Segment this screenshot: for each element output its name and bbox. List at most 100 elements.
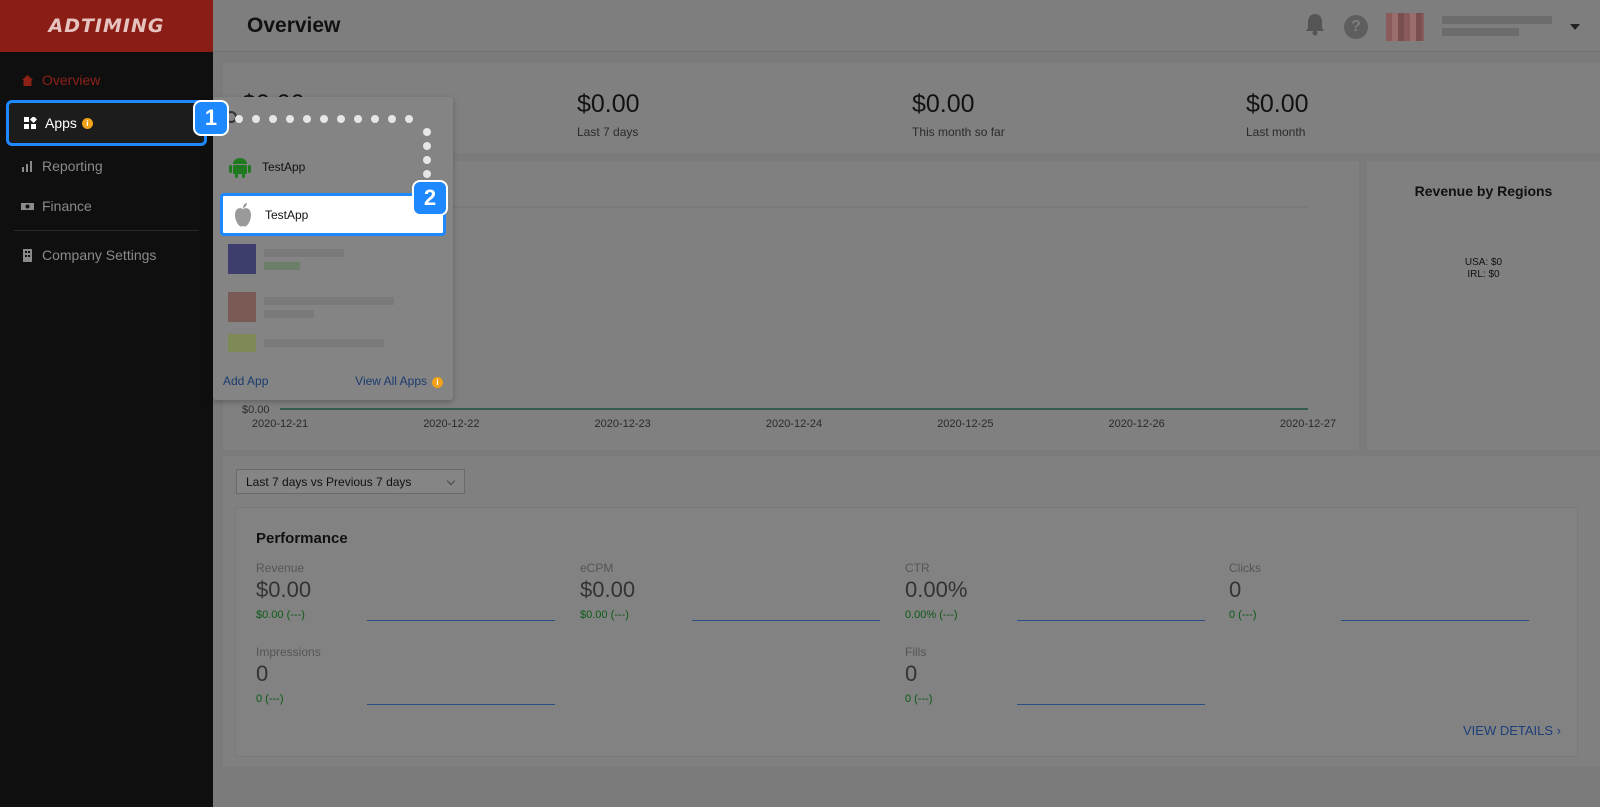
- revenue-by-regions-card: Revenue by Regions USA: $0 IRL: $0: [1367, 161, 1600, 450]
- metric-fills: Fills 0 0 (---): [905, 645, 933, 705]
- app-name: TestApp: [265, 207, 309, 222]
- apps-dropdown: TestApp TestApp Add App View All Apps i: [213, 97, 453, 400]
- metric-value: $0.00: [580, 577, 636, 602]
- sparkline: [692, 620, 880, 621]
- sidebar-item-label: Finance: [42, 198, 92, 214]
- help-icon[interactable]: ?: [1344, 14, 1368, 39]
- metric-impressions: Impressions 0 0 (---): [256, 645, 321, 705]
- chart-y-tick: $0.00: [242, 404, 270, 416]
- tutorial-dot: [423, 170, 431, 178]
- stat-amount: $0.00: [912, 90, 975, 118]
- app-item-redacted[interactable]: [220, 239, 446, 279]
- metric-clicks: Clicks 0 0 (---): [1229, 561, 1261, 621]
- stat-label: This month so far: [912, 125, 1005, 139]
- tutorial-dot: [405, 115, 413, 123]
- metric-value: 0: [905, 661, 918, 686]
- user-name-redacted[interactable]: [1442, 15, 1552, 38]
- chart-x-tick: 2020-12-23: [595, 418, 651, 430]
- tutorial-dot: [235, 115, 243, 123]
- metric-ecpm: eCPM $0.00 $0.00 (---): [580, 561, 635, 621]
- stat-this-month: $0.00 This month so far: [912, 90, 1005, 139]
- app-thumbnail: [228, 334, 256, 352]
- app-thumbnail: [228, 292, 256, 322]
- region-entry: USA: $0: [1464, 257, 1503, 268]
- brand-name: ADTIMING: [48, 15, 165, 37]
- metric-change: 0.00% (---): [905, 609, 958, 621]
- stat-last-7-days: $0.00 Last 7 days: [577, 90, 640, 139]
- tutorial-dot: [286, 115, 294, 123]
- app-name: TestApp: [262, 160, 306, 174]
- avatar[interactable]: [1386, 12, 1424, 41]
- performance-panel: Performance Revenue $0.00 $0.00 (---) eC…: [235, 507, 1578, 757]
- chart-x-tick: 2020-12-26: [1109, 418, 1165, 430]
- metric-change: $0.00 (---): [256, 609, 305, 621]
- tutorial-dot: [337, 115, 345, 123]
- sidebar-item-reporting[interactable]: Reporting: [0, 146, 213, 186]
- chart-x-axis: 2020-12-21 2020-12-22 2020-12-23 2020-12-24…: [252, 418, 1336, 430]
- tutorial-dot: [252, 115, 260, 123]
- app-item-redacted[interactable]: [220, 287, 446, 327]
- money-icon: [20, 199, 34, 213]
- step-badge-1: 1: [193, 100, 229, 136]
- header-actions: ?: [1304, 12, 1580, 41]
- add-app-link[interactable]: Add App: [223, 374, 268, 388]
- stat-amount: $0.00: [1246, 90, 1309, 118]
- metric-label: Revenue: [256, 561, 305, 575]
- metric-value: 0: [1229, 577, 1242, 602]
- metric-label: Clicks: [1229, 561, 1261, 575]
- metric-value: 0: [256, 661, 269, 686]
- sidebar-item-apps[interactable]: Apps i: [6, 100, 207, 146]
- sidebar-item-label: Company Settings: [42, 247, 157, 263]
- android-icon: [228, 155, 252, 179]
- stat-last-month: $0.00 Last month: [1246, 90, 1309, 139]
- view-details-link[interactable]: VIEW DETAILS ›: [1463, 723, 1561, 738]
- chart-x-tick: 2020-12-24: [766, 418, 822, 430]
- chevron-down-icon[interactable]: [1570, 23, 1580, 30]
- redacted-text: [264, 296, 394, 318]
- performance-section: Last 7 days vs Previous 7 days Performan…: [223, 456, 1600, 767]
- tutorial-dot: [423, 128, 431, 136]
- metric-ctr: CTR 0.00% 0.00% (---): [905, 561, 967, 621]
- page-title: Overview: [247, 13, 341, 37]
- stat-amount: $0.00: [577, 90, 640, 118]
- tutorial-dot: [423, 142, 431, 150]
- tutorial-dot: [354, 115, 362, 123]
- sidebar-item-overview[interactable]: Overview: [0, 60, 213, 100]
- tutorial-dot: [320, 115, 328, 123]
- stat-label: Last 7 days: [577, 125, 639, 139]
- compare-period-select[interactable]: Last 7 days vs Previous 7 days: [236, 469, 465, 494]
- tutorial-dot: [269, 115, 277, 123]
- metric-label: Impressions: [256, 645, 321, 659]
- regions-list: USA: $0 IRL: $0: [1367, 257, 1600, 281]
- app-item-android[interactable]: TestApp: [220, 147, 446, 187]
- building-icon: [20, 248, 34, 262]
- apps-dropdown-footer: Add App View All Apps i: [223, 374, 443, 388]
- app-item-redacted[interactable]: [220, 327, 446, 359]
- chevron-down-icon: [446, 476, 456, 486]
- select-value: Last 7 days vs Previous 7 days: [246, 474, 412, 489]
- sidebar-nav: Overview Apps i Reporting Finance Compan…: [0, 60, 213, 275]
- sidebar-item-finance[interactable]: Finance: [0, 186, 213, 226]
- sparkline: [1341, 620, 1529, 621]
- brand-logo[interactable]: ADTIMING: [0, 0, 213, 52]
- tutorial-dot: [371, 115, 379, 123]
- sparkline: [367, 620, 555, 621]
- metric-label: Fills: [905, 645, 927, 659]
- stat-label: Last month: [1246, 125, 1306, 139]
- tutorial-dot: [303, 115, 311, 123]
- sidebar-item-company-settings[interactable]: Company Settings: [0, 235, 213, 275]
- chart-x-tick: 2020-12-25: [937, 418, 993, 430]
- chart-x-tick: 2020-12-21: [252, 418, 308, 430]
- region-entry: IRL: $0: [1467, 269, 1500, 280]
- apple-icon: [231, 202, 255, 227]
- redacted-text: [264, 339, 384, 347]
- sidebar-divider: [14, 230, 199, 231]
- home-icon: [20, 73, 34, 87]
- info-icon: i: [432, 377, 443, 388]
- tutorial-dot: [423, 156, 431, 164]
- bell-icon[interactable]: [1304, 12, 1326, 41]
- view-all-apps-link[interactable]: View All Apps i: [355, 374, 443, 388]
- sparkline: [1017, 704, 1205, 705]
- performance-title: Performance: [256, 530, 348, 547]
- top-header: Overview ?: [213, 0, 1600, 52]
